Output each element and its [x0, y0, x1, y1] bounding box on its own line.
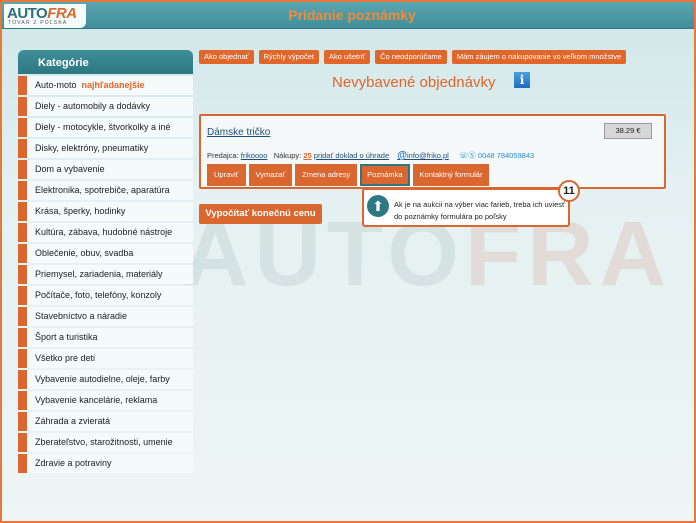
- seller-label: Predajca:: [207, 151, 239, 160]
- edit-button[interactable]: Upraviť: [207, 164, 246, 186]
- payment-proof-link[interactable]: pridať doklad o úhrade: [314, 151, 389, 160]
- step-badge: 11: [558, 180, 580, 202]
- sidebar-item[interactable]: Oblečenie, obuv, svadba: [18, 244, 193, 263]
- link-quick-calc[interactable]: Rýchly výpočet: [258, 50, 319, 64]
- top-bar: AUTOFRA TOVAR Z POĽSKA Pridanie poznámky: [2, 2, 694, 29]
- sidebar-item[interactable]: Dom a vybavenie: [18, 160, 193, 179]
- product-link[interactable]: Dámske tričko: [207, 127, 270, 138]
- link-how-to-order[interactable]: Ako objednať: [199, 50, 254, 64]
- link-bulk-buying[interactable]: Mám záujem o nakupovanie vo veľkom množs…: [451, 50, 627, 64]
- purchases-count[interactable]: 25: [303, 151, 311, 160]
- page-title: Pridanie poznámky: [288, 7, 416, 23]
- email-link[interactable]: @info@friko.pl: [397, 150, 449, 161]
- sidebar-item[interactable]: Diely - automobily a dodávky: [18, 97, 193, 116]
- change-address-button[interactable]: Zmena adresy: [295, 164, 358, 186]
- note-tooltip: ⬆ Ak je na aukcii na výber viac farieb, …: [362, 188, 570, 227]
- order-card: Dámske tričko 38.29 € Predajca: frikoooo…: [199, 114, 666, 189]
- logo-subtitle: TOVAR Z POĽSKA: [8, 20, 68, 26]
- at-icon: @: [397, 150, 408, 161]
- arrow-up-icon: ⬆: [367, 195, 389, 217]
- sidebar-item[interactable]: Všetko pre deti: [18, 349, 193, 368]
- sidebar-item[interactable]: Disky, elektróny, pneumatiky: [18, 139, 193, 158]
- delete-button[interactable]: Vymazať: [248, 164, 293, 186]
- sidebar-item-auto-moto[interactable]: Auto-moto najhľadanejšie: [18, 76, 193, 95]
- logo[interactable]: AUTOFRA TOVAR Z POĽSKA: [4, 4, 86, 28]
- sidebar-item[interactable]: Počítače, foto, telefóny, konzoly: [18, 286, 193, 305]
- sidebar-item[interactable]: Elektronika, spotrebiče, aparatúra: [18, 181, 193, 200]
- section-heading: Nevybavené objednávky: [332, 74, 496, 91]
- sidebar-item[interactable]: Krása, šperky, hodinky: [18, 202, 193, 221]
- sidebar-item[interactable]: Šport a turistika: [18, 328, 193, 347]
- sidebar-item[interactable]: Kultúra, zábava, hudobné nástroje: [18, 223, 193, 242]
- sidebar-item[interactable]: Diely - motocykle, štvorkolky a iné: [18, 118, 193, 137]
- sidebar-item[interactable]: Vybavenie kancelárie, reklama: [18, 391, 193, 410]
- calculate-final-price-button[interactable]: Vypočítať konečnú cenu: [199, 204, 322, 224]
- info-icon[interactable]: i: [514, 72, 530, 88]
- sidebar-item[interactable]: Priemysel, zariadenia, materiály: [18, 265, 193, 284]
- link-not-recommended[interactable]: Čo neodporúčame: [375, 50, 447, 64]
- category-list: Auto-moto najhľadanejšie Diely - automobi…: [18, 76, 193, 473]
- phone-number: ☏Ⓢ 0048 784059843: [458, 151, 535, 160]
- app-frame: AUTOFRA TOVAR Z POĽSKA Pridanie poznámky…: [0, 0, 696, 523]
- purchases-label: Nákupy:: [273, 151, 302, 160]
- category-sidebar: Kategórie Auto-moto najhľadanejšie Diely …: [18, 50, 193, 475]
- price-badge: 38.29 €: [604, 123, 652, 139]
- sidebar-item[interactable]: Zberateľstvo, starožitnosti, umenie: [18, 433, 193, 452]
- sidebar-title: Kategórie: [18, 50, 193, 74]
- order-meta: Predajca: frikoooo Nákupy: 25 pridať dok…: [207, 150, 534, 161]
- sidebar-item[interactable]: Zdravie a potraviny: [18, 454, 193, 473]
- note-button[interactable]: Poznámka: [360, 164, 410, 186]
- skype-icon: Ⓢ: [468, 151, 476, 160]
- sidebar-item[interactable]: Záhrada a zvieratá: [18, 412, 193, 431]
- hot-label: najhľadanejšie: [81, 80, 145, 90]
- contact-form-button[interactable]: Kontaktný formulár: [412, 164, 490, 186]
- tooltip-text: Ak je na aukcii na výber viac farieb, tr…: [394, 200, 565, 221]
- top-links: Ako objednať Rýchly výpočet Ako ušetriť …: [199, 50, 627, 64]
- link-how-to-save[interactable]: Ako ušetriť: [323, 50, 371, 64]
- phone-icon: ☏: [458, 151, 469, 160]
- sidebar-item[interactable]: Stavebníctvo a náradie: [18, 307, 193, 326]
- seller-link[interactable]: frikoooo: [241, 151, 268, 160]
- order-actions: Upraviť Vymazať Zmena adresy Poznámka Ko…: [207, 164, 490, 186]
- sidebar-item[interactable]: Vybavenie autodielne, oleje, farby: [18, 370, 193, 389]
